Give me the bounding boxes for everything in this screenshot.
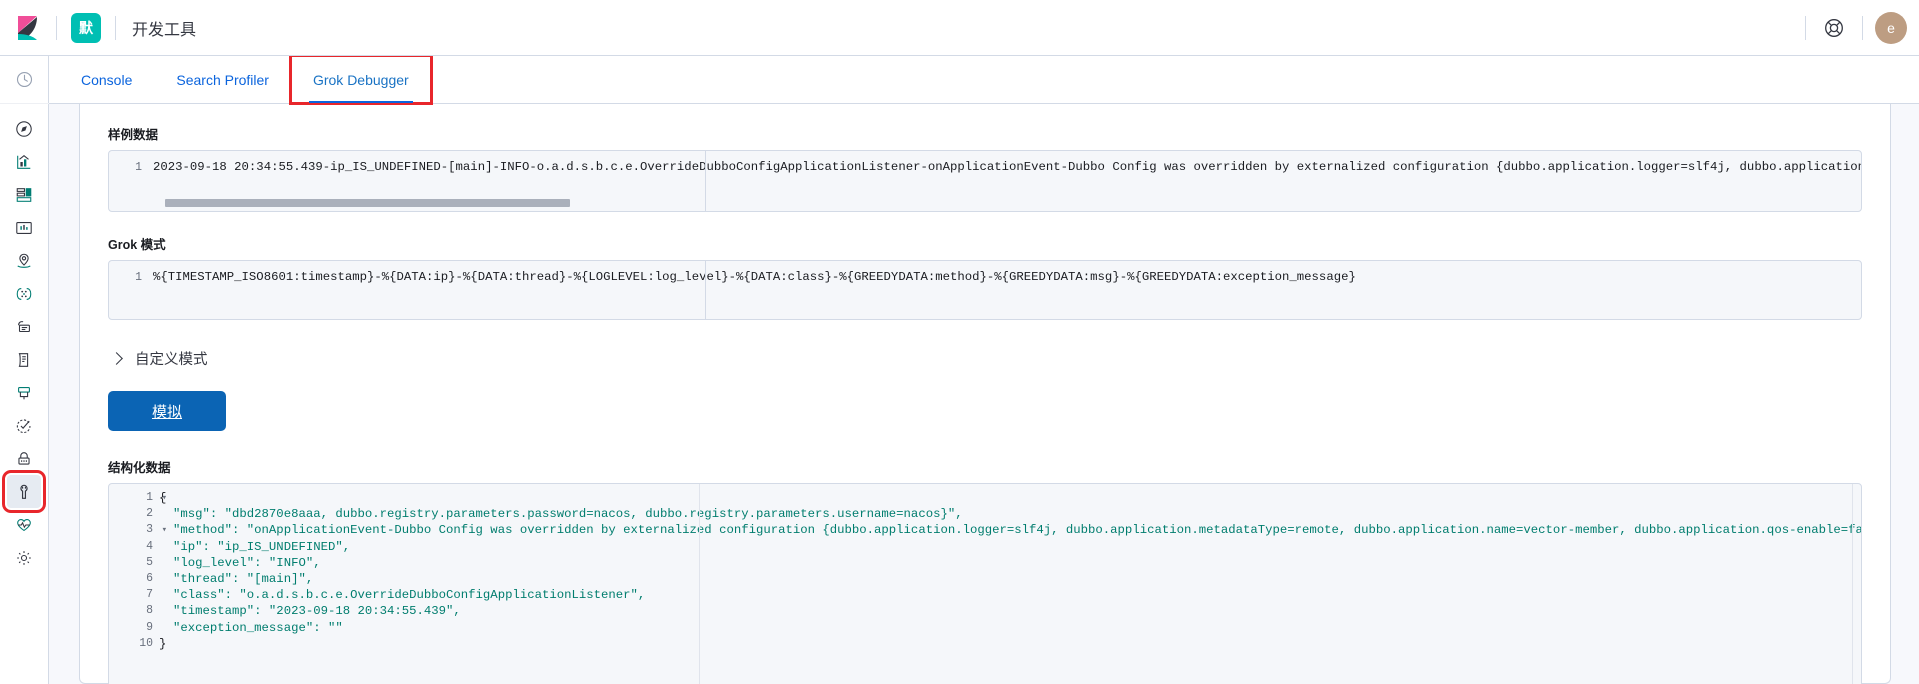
lifebuoy-help-icon[interactable] [1806, 0, 1862, 56]
space-badge[interactable]: 默 [71, 12, 101, 43]
structured-data-line-number: 6 [146, 571, 153, 585]
sidebar-item-maps[interactable] [7, 244, 41, 277]
sidebar-item-uptime[interactable] [7, 409, 41, 442]
tab-console-label: Console [81, 71, 133, 88]
sidebar-item-dev-tools[interactable] [2, 470, 46, 513]
grok-pattern-ruler [705, 261, 706, 319]
tab-grok-debugger-label: Grok Debugger [312, 71, 409, 88]
sidebar-item-canvas[interactable] [7, 211, 41, 244]
structured-data-code-line: "exception_message": "" [173, 620, 343, 635]
sample-data-editor[interactable]: 1 2023-09-18 20:34:55.439-ip_IS_UNDEFINE… [108, 150, 1862, 212]
structured-data-code-line: "ip": "ip_IS_UNDEFINED", [173, 539, 351, 554]
structured-data-row: 6 "thread": "[main]", [109, 571, 1861, 587]
structured-data-row: 9 "exception_message": "" [109, 620, 1861, 636]
app-header: 默 开发工具 e [0, 0, 1919, 56]
sidebar-item-infrastructure[interactable] [7, 376, 41, 409]
structured-data-code-line: "timestamp": "2023-09-18 20:34:55.439", [173, 604, 461, 619]
simulate-button-label: 模拟 [151, 403, 182, 421]
clock-recent-icon[interactable] [0, 56, 49, 104]
structured-data-row: 10} [109, 636, 1861, 652]
code-fold-icon[interactable]: ▾ [162, 490, 167, 506]
custom-patterns-accordion[interactable]: 自定义模式 [108, 348, 208, 369]
tab-console[interactable]: Console [59, 56, 154, 103]
main-content: 样例数据 1 2023-09-18 20:34:55.439-ip_IS_UND… [49, 104, 1919, 684]
sidebar-item-visualize[interactable] [7, 145, 41, 178]
tab-search-profiler-label: Search Profiler [176, 71, 269, 88]
sample-data-row: 1 2023-09-18 20:34:55.439-ip_IS_UNDEFINE… [109, 151, 1861, 174]
structured-data-code-line: "class": "o.a.d.s.b.c.e.OverrideDubboCon… [173, 588, 646, 603]
structured-data-line-number: 1 ▾ [109, 490, 167, 506]
structured-data-code-line: { [159, 491, 167, 505]
page-title: 开发工具 [132, 21, 197, 39]
avatar[interactable]: e [1863, 0, 1919, 56]
structured-data-editor[interactable]: 1 ▾{2 "msg": "dbd2870e8aaa, dubbo.registry… [108, 483, 1862, 684]
structured-data-line-number: 10 [139, 636, 153, 650]
sidebar-item-dashboard[interactable] [7, 178, 41, 211]
sample-data-label: 样例数据 [108, 128, 159, 142]
header-right-group: e [1805, 0, 1919, 56]
structured-data-code-line: } [159, 636, 167, 651]
sidebar-item-machine-learning[interactable] [7, 277, 41, 310]
custom-patterns-label: 自定义模式 [135, 352, 208, 368]
grok-pattern-label: Grok 模式 [108, 238, 166, 252]
avatar-initial: e [1875, 11, 1907, 44]
kibana-logo-icon[interactable] [0, 0, 56, 56]
structured-data-line-number: 5 [146, 555, 153, 569]
structured-data-line-number: 8 [146, 604, 153, 618]
header-divider-2 [115, 15, 116, 40]
grok-pattern-row: 1 %{TIMESTAMP_ISO8601:timestamp}-%{DATA:… [109, 261, 1861, 284]
structured-data-line-number: 7 [146, 588, 153, 602]
structured-data-row: 7 "class": "o.a.d.s.b.c.e.OverrideDubboCo… [109, 587, 1861, 603]
structured-data-row: 8 "timestamp": "2023-09-18 20:34:55.439", [109, 603, 1861, 619]
simulate-button[interactable]: 模拟 [108, 391, 226, 431]
sidebar-item-logs[interactable] [7, 343, 41, 376]
structured-data-code-line: "msg": "dbd2870e8aaa, dubbo.registry.par… [173, 507, 963, 522]
grok-pattern-editor[interactable]: 1 %{TIMESTAMP_ISO8601:timestamp}-%{DATA:… [108, 260, 1862, 320]
sidebar-rail [0, 56, 49, 684]
structured-data-lines: 1 ▾{2 "msg": "dbd2870e8aaa, dubbo.registry… [109, 484, 1861, 652]
structured-data-line-number: 4 [146, 539, 153, 553]
sample-data-value[interactable]: 2023-09-18 20:34:55.439-ip_IS_UNDEFINED-… [153, 158, 1861, 177]
sidebar-item-management[interactable] [7, 541, 41, 574]
structured-data-line-number: 3 ▾ [109, 522, 167, 538]
chevron-right-icon [110, 352, 123, 365]
structured-data-label: 结构化数据 [108, 461, 171, 475]
structured-data-code-line: "method": "onApplicationEvent-Dubbo Conf… [173, 523, 1861, 538]
tab-search-profiler[interactable]: Search Profiler [154, 56, 291, 103]
structured-data-row: 4 "ip": "ip_IS_UNDEFINED", [109, 539, 1861, 555]
grok-pattern-line-number: 1 [135, 271, 142, 284]
sidebar-item-security[interactable] [7, 442, 41, 475]
structured-data-row: 5 "log_level": "INFO", [109, 555, 1861, 571]
structured-data-code-line: "log_level": "INFO", [173, 555, 321, 570]
structured-data-row: 1 ▾{ [109, 490, 1861, 506]
structured-data-ruler-2 [1852, 484, 1853, 684]
sidebar-item-discover[interactable] [7, 112, 41, 145]
structured-data-row: 3 ▾ "method": "onApplicationEvent-Dubbo Co… [109, 522, 1861, 538]
tab-bar: Console Search Profiler Grok Debugger [49, 54, 1919, 105]
sample-data-hscrollbar[interactable] [165, 199, 570, 207]
structured-data-code-line: "thread": "[main]", [173, 571, 314, 586]
structured-data-row: 2 "msg": "dbd2870e8aaa, dubbo.registry.pa… [109, 506, 1861, 522]
tab-grok-debugger[interactable]: Grok Debugger [288, 54, 433, 105]
structured-data-ruler-1 [699, 484, 700, 684]
grok-pattern-value[interactable]: %{TIMESTAMP_ISO8601:timestamp}-%{DATA:ip… [153, 268, 1861, 287]
sidebar-item-apm[interactable] [7, 310, 41, 343]
sidebar-item-stack-monitoring[interactable] [7, 508, 41, 541]
editor-ruler [705, 151, 706, 211]
grok-debugger-panel: 样例数据 1 2023-09-18 20:34:55.439-ip_IS_UND… [79, 104, 1891, 684]
sample-data-line-number: 1 [135, 161, 142, 174]
code-fold-icon[interactable]: ▾ [162, 522, 167, 538]
structured-data-line-number: 9 [146, 620, 153, 634]
header-divider-1 [56, 15, 57, 40]
structured-data-line-number: 2 [146, 507, 153, 521]
sidebar-items [2, 104, 46, 574]
